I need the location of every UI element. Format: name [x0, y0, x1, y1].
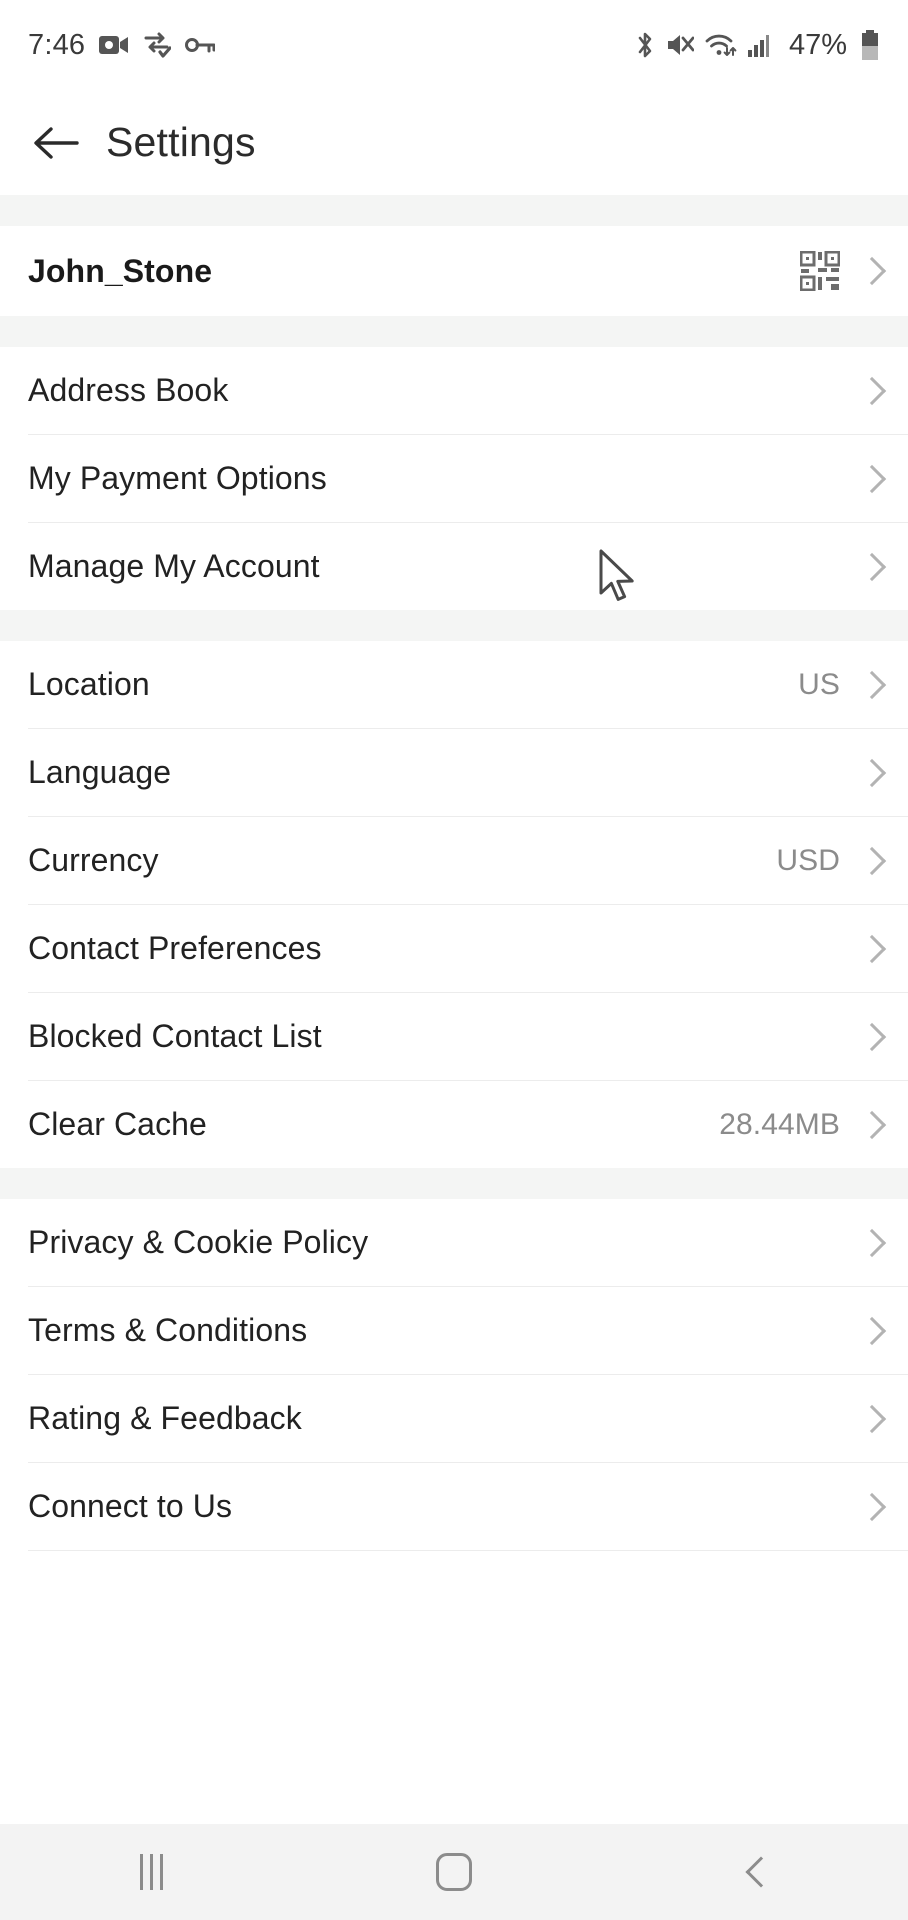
- status-bar: 7:46 47%: [0, 0, 908, 90]
- row-right: [840, 1021, 880, 1053]
- row-language[interactable]: Language: [0, 729, 908, 816]
- chevron-right-icon: [860, 551, 880, 583]
- section-gap: [0, 610, 908, 641]
- chevron-right-icon: [860, 669, 880, 701]
- page-title: Settings: [106, 119, 256, 165]
- profile-section: John_Stone: [0, 226, 908, 316]
- row-right: [840, 933, 880, 965]
- status-bar-clock: 7:46: [28, 28, 86, 61]
- chevron-right-icon: [860, 463, 880, 495]
- system-navigation-bar: [0, 1824, 908, 1920]
- bluetooth-icon: [635, 31, 655, 59]
- chevron-right-icon: [860, 1315, 880, 1347]
- back-icon: [746, 1855, 768, 1889]
- row-label: Address Book: [28, 372, 229, 408]
- row-blocked-contact-list[interactable]: Blocked Contact List: [0, 993, 908, 1080]
- recent-apps-button[interactable]: [0, 1824, 303, 1920]
- row-privacy-cookie-policy[interactable]: Privacy & Cookie Policy: [0, 1199, 908, 1286]
- qr-code-icon[interactable]: [800, 251, 840, 291]
- home-icon: [436, 1853, 472, 1891]
- wifi-icon: [705, 32, 737, 58]
- row-currency[interactable]: Currency USD: [0, 817, 908, 904]
- chevron-right-icon: [860, 845, 880, 877]
- vpn-key-icon: [185, 36, 216, 54]
- row-right: US: [798, 668, 880, 702]
- home-button[interactable]: [303, 1824, 606, 1920]
- row-label: My Payment Options: [28, 460, 327, 496]
- chevron-right-icon: [860, 1227, 880, 1259]
- row-right: 28.44MB: [719, 1108, 880, 1142]
- row-right: [860, 463, 880, 495]
- row-account-right: [800, 251, 880, 291]
- row-connect-to-us[interactable]: Connect to Us: [0, 1463, 908, 1550]
- account-section: Address Book My Payment Options Manage M…: [0, 347, 908, 610]
- preferences-section: Location US Language Currency USD Contac…: [0, 641, 908, 1168]
- row-value: USD: [776, 843, 840, 877]
- recent-apps-icon: [139, 1854, 163, 1890]
- chevron-right-icon: [860, 1109, 880, 1141]
- row-divider: [28, 1550, 908, 1551]
- row-value: 28.44MB: [719, 1107, 840, 1141]
- row-right: [840, 757, 880, 789]
- status-bar-left: 7:46: [28, 28, 216, 62]
- legal-section: Privacy & Cookie Policy Terms & Conditio…: [0, 1199, 908, 1551]
- row-right: [860, 551, 880, 583]
- row-label: Connect to Us: [28, 1488, 233, 1524]
- battery-icon: [860, 30, 880, 60]
- row-right: [860, 1315, 880, 1347]
- row-label: Language: [28, 754, 172, 790]
- row-value: US: [798, 667, 840, 701]
- phone-screen: 7:46 47% Settings John_Stone Address Boo…: [0, 0, 908, 1920]
- row-my-payment-options[interactable]: My Payment Options: [0, 435, 908, 522]
- row-location[interactable]: Location US: [0, 641, 908, 728]
- row-label: Location: [28, 666, 150, 702]
- row-address-book[interactable]: Address Book: [0, 347, 908, 434]
- row-terms-conditions[interactable]: Terms & Conditions: [0, 1287, 908, 1374]
- row-right: [860, 375, 880, 407]
- back-arrow-icon[interactable]: [28, 115, 84, 171]
- cellular-signal-icon: [747, 33, 772, 57]
- row-clear-cache[interactable]: Clear Cache 28.44MB: [0, 1081, 908, 1168]
- row-account[interactable]: John_Stone: [0, 226, 908, 316]
- chevron-right-icon: [860, 1491, 880, 1523]
- row-rating-feedback[interactable]: Rating & Feedback: [0, 1375, 908, 1462]
- chevron-right-icon: [860, 757, 880, 789]
- row-contact-preferences[interactable]: Contact Preferences: [0, 905, 908, 992]
- row-label: Privacy & Cookie Policy: [28, 1224, 369, 1260]
- row-right: [860, 1403, 880, 1435]
- row-label: Blocked Contact List: [28, 1018, 322, 1054]
- row-right: [860, 1491, 880, 1523]
- video-camera-icon: [99, 33, 129, 57]
- section-gap: [0, 316, 908, 347]
- row-label: Currency: [28, 842, 159, 878]
- row-label: Contact Preferences: [28, 930, 322, 966]
- row-right: USD: [776, 844, 880, 878]
- data-saver-icon: [143, 32, 172, 58]
- volume-mute-icon: [666, 32, 694, 58]
- account-username: John_Stone: [28, 252, 213, 289]
- status-bar-right: 47%: [635, 29, 880, 62]
- chevron-right-icon: [860, 1021, 880, 1053]
- settings-list: John_Stone Address Book My Payment Optio…: [0, 195, 908, 1824]
- chevron-right-icon: [860, 255, 880, 287]
- battery-percent-label: 47%: [788, 28, 847, 61]
- chevron-right-icon: [860, 1403, 880, 1435]
- row-label: Manage My Account: [28, 548, 320, 584]
- chevron-right-icon: [860, 375, 880, 407]
- app-header: Settings: [0, 90, 908, 195]
- section-gap: [0, 1168, 908, 1199]
- row-manage-my-account[interactable]: Manage My Account: [0, 523, 908, 610]
- chevron-right-icon: [860, 933, 880, 965]
- row-label: Terms & Conditions: [28, 1312, 308, 1348]
- row-right: [860, 1227, 880, 1259]
- row-label: Clear Cache: [28, 1106, 207, 1142]
- section-gap: [0, 195, 908, 226]
- row-label: Rating & Feedback: [28, 1400, 302, 1436]
- system-back-button[interactable]: [605, 1824, 908, 1920]
